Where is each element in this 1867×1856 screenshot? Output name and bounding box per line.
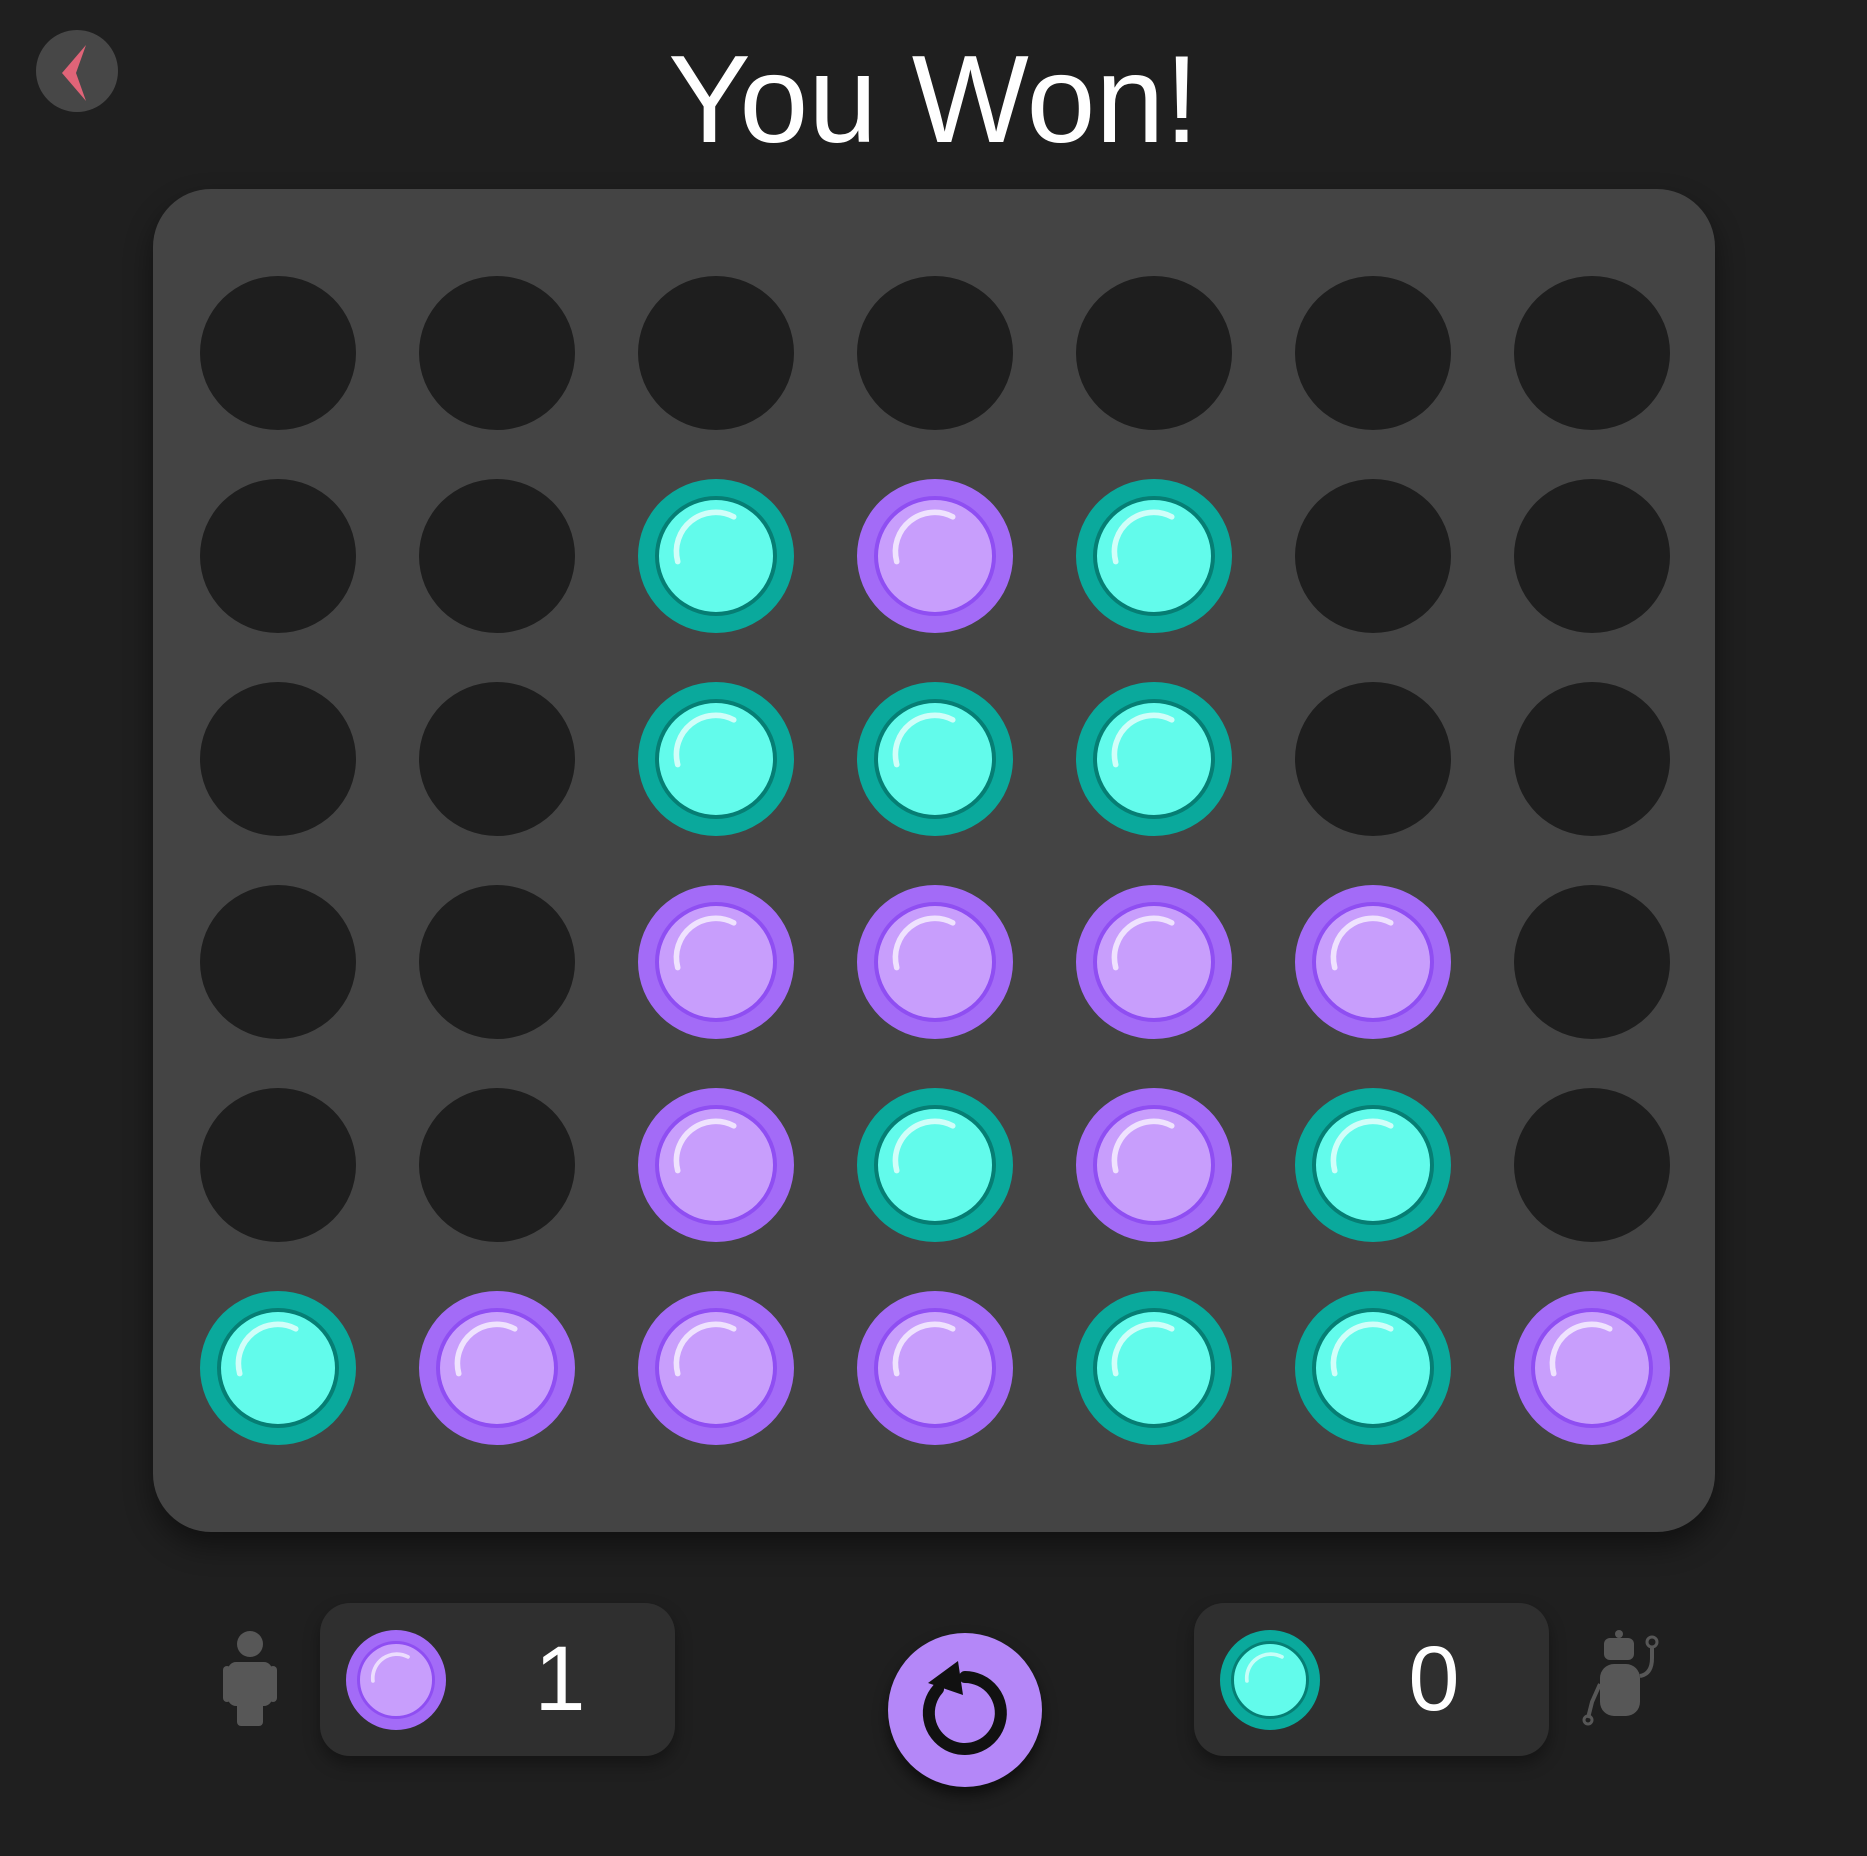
disc-face (655, 699, 777, 819)
disc-face (1531, 1308, 1653, 1428)
board-disc-teal[interactable] (857, 1088, 1013, 1242)
restart-button[interactable] (888, 1633, 1042, 1787)
board-disc-purple[interactable] (857, 479, 1013, 633)
disc-face (1093, 902, 1215, 1022)
disc-face (436, 1308, 558, 1428)
restart-icon (922, 1661, 1007, 1755)
page-title: You Won! (668, 31, 1199, 169)
disc-face (1312, 902, 1434, 1022)
board-disc-purple[interactable] (419, 1291, 575, 1445)
disc-face (655, 1105, 777, 1225)
board-disc-purple[interactable] (857, 1291, 1013, 1445)
ai-score: 0 (1408, 1628, 1460, 1730)
disc-face (1093, 496, 1215, 616)
board-disc-purple[interactable] (1514, 1291, 1670, 1445)
board-disc-purple[interactable] (638, 1088, 794, 1242)
disc-face (1312, 1105, 1434, 1225)
board-hole[interactable] (419, 479, 575, 633)
board-disc-purple[interactable] (1295, 885, 1451, 1039)
board-disc-teal[interactable] (1076, 1291, 1232, 1445)
ai-score-panel: 0 (1194, 1603, 1549, 1756)
player-score-panel: 1 (320, 1603, 675, 1756)
board-hole[interactable] (1514, 276, 1670, 430)
board-hole[interactable] (1295, 276, 1451, 430)
board-disc-teal[interactable] (638, 479, 794, 633)
robot-icon (1582, 1630, 1659, 1726)
board-hole[interactable] (857, 276, 1013, 430)
board-hole[interactable] (200, 885, 356, 1039)
disc-face (1093, 1105, 1215, 1225)
board-disc-purple[interactable] (638, 1291, 794, 1445)
board-disc-purple[interactable] (638, 885, 794, 1039)
board-disc-teal[interactable] (638, 682, 794, 836)
disc-face (874, 699, 996, 819)
board-hole[interactable] (1295, 479, 1451, 633)
player-disc-icon (346, 1630, 446, 1730)
disc-face (655, 1308, 777, 1428)
disc-face (217, 1308, 339, 1428)
disc-face (1093, 699, 1215, 819)
disc-face (655, 902, 777, 1022)
board-hole[interactable] (419, 1088, 575, 1242)
board-disc-teal[interactable] (200, 1291, 356, 1445)
board-disc-teal[interactable] (1076, 479, 1232, 633)
board-disc-purple[interactable] (857, 885, 1013, 1039)
disc-face (874, 1105, 996, 1225)
disc-face (1312, 1308, 1434, 1428)
board-disc-teal[interactable] (1076, 682, 1232, 836)
board-hole[interactable] (638, 276, 794, 430)
board-hole[interactable] (1295, 682, 1451, 836)
board-hole[interactable] (419, 682, 575, 836)
board-hole[interactable] (200, 479, 356, 633)
board-disc-teal[interactable] (857, 682, 1013, 836)
board-hole[interactable] (200, 276, 356, 430)
board-hole[interactable] (419, 276, 575, 430)
board-hole[interactable] (1514, 885, 1670, 1039)
person-icon (223, 1631, 277, 1726)
board-hole[interactable] (1514, 682, 1670, 836)
board-disc-purple[interactable] (1076, 1088, 1232, 1242)
board-hole[interactable] (1514, 1088, 1670, 1242)
board-hole[interactable] (1076, 276, 1232, 430)
board-disc-teal[interactable] (1295, 1088, 1451, 1242)
disc-face (1093, 1308, 1215, 1428)
board-hole[interactable] (419, 885, 575, 1039)
board-hole[interactable] (200, 682, 356, 836)
board-disc-teal[interactable] (1295, 1291, 1451, 1445)
disc-face (874, 902, 996, 1022)
ai-disc-icon (1220, 1630, 1320, 1730)
disc-face (655, 496, 777, 616)
player-score: 1 (534, 1628, 586, 1730)
disc-face (874, 496, 996, 616)
board-disc-purple[interactable] (1076, 885, 1232, 1039)
board-hole[interactable] (1514, 479, 1670, 633)
disc-face (874, 1308, 996, 1428)
board-hole[interactable] (200, 1088, 356, 1242)
game-board (153, 189, 1715, 1532)
